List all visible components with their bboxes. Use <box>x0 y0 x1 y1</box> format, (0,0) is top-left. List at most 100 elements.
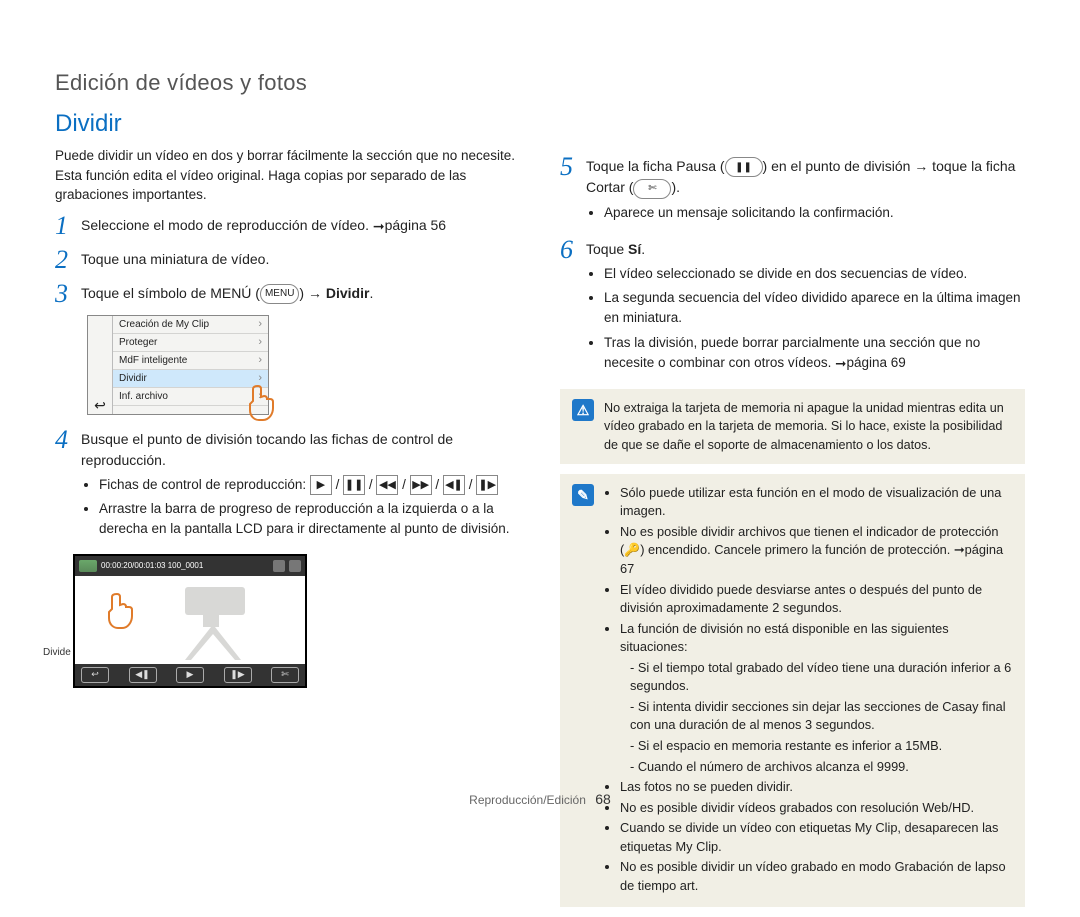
player-bottombar: ↩ ◀❚ ▶ ❚▶ ✄ <box>75 664 305 686</box>
figure-player-screenshot: 00:00:20/00:01:03 100_0001 Divide ↩ ◀❚ ▶… <box>73 554 307 688</box>
label: Creación de My Clip <box>119 319 209 330</box>
menu-item: Inf. archivo› <box>113 388 268 406</box>
key-icon: 🔑 <box>624 542 640 557</box>
step-number: 3 <box>55 281 81 307</box>
menu-target: Dividir <box>326 285 370 301</box>
bullet: Sólo puede utilizar esta función en el m… <box>620 484 1013 521</box>
arrow-icon: ➞ <box>373 216 385 237</box>
section-title: Dividir <box>55 110 1025 138</box>
text: Seleccione el modo de reproducción de ví… <box>81 217 373 233</box>
bullet: No es posible dividir un vídeo grabado e… <box>620 858 1013 895</box>
bullet: Aparece un mensaje solicitando la confir… <box>604 203 1025 223</box>
text: Fichas de control de reproducción: <box>99 477 310 492</box>
step-2: 2 Toque una miniatura de vídeo. <box>55 249 520 273</box>
text: Tras la división, puede borrar parcialme… <box>604 335 980 370</box>
page-footer: Reproducción/Edición 68 <box>0 791 1080 807</box>
chevron-icon: › <box>258 354 262 366</box>
rewind-icon: ◀◀ <box>376 475 398 495</box>
label: MdF inteligente <box>119 355 187 366</box>
step-number: 6 <box>560 237 586 263</box>
step-number: 4 <box>55 427 81 453</box>
folder-icon <box>273 560 285 572</box>
text: ) encendido. Cancele primero la función … <box>620 542 1003 576</box>
warning-note: ⚠ No extraiga la tarjeta de memoria ni a… <box>560 389 1025 464</box>
sub-item: - Si el espacio en memoria restante es i… <box>630 737 1013 756</box>
timecode: 00:00:20/00:01:03 100_0001 <box>101 561 203 570</box>
cut-icon: ✄ <box>633 179 671 199</box>
step-number: 1 <box>55 213 81 239</box>
step-4: 4 Busque el punto de división tocando la… <box>55 429 520 546</box>
page-ref: página 56 <box>385 217 447 233</box>
step-body: Toque Sí. El vídeo seleccionado se divid… <box>586 239 1025 379</box>
pointing-hand-icon <box>105 592 145 632</box>
figure-menu-screenshot: ↩ Creación de My Clip › Proteger › MdF int… <box>87 315 269 415</box>
label: Inf. archivo <box>119 391 168 402</box>
forward-icon: ▶▶ <box>410 475 432 495</box>
player-topbar: 00:00:20/00:01:03 100_0001 <box>75 556 305 576</box>
bullet: El vídeo dividido puede desviarse antes … <box>620 581 1013 618</box>
label: Proteger <box>119 337 157 348</box>
step-6: 6 Toque Sí. El vídeo seleccionado se div… <box>560 239 1025 379</box>
text: ) → <box>299 285 325 301</box>
text: Toque la ficha Pausa ( <box>586 158 725 174</box>
step-body: Toque una miniatura de vídeo. <box>81 249 520 270</box>
side-label: Divide <box>43 647 71 658</box>
bullet: Arrastre la barra de progreso de reprodu… <box>99 499 520 540</box>
step-5-bullets: Aparece un mensaje solicitando la confir… <box>586 203 1025 223</box>
text: . <box>369 285 373 301</box>
bullet: El vídeo seleccionado se divide en dos s… <box>604 264 1025 284</box>
text: La función de división no está disponibl… <box>620 621 949 655</box>
bullet: La segunda secuencia del vídeo dividido … <box>604 288 1025 329</box>
step-back-icon: ◀❚ <box>443 475 465 495</box>
page-ref: página 69 <box>846 355 905 370</box>
step-body: Busque el punto de división tocando las … <box>81 429 520 546</box>
play-icon: ▶ <box>176 667 204 683</box>
thumbnail-icon <box>79 560 97 572</box>
sub-item: - Cuando el número de archivos alcanza e… <box>630 758 1013 777</box>
info-note: ✎ Sólo puede utilizar esta función en el… <box>560 474 1025 907</box>
bullet: La función de división no está disponibl… <box>620 620 1013 776</box>
step-back-icon: ◀❚ <box>129 667 157 683</box>
page-number: 68 <box>595 791 611 807</box>
sub-item: - Si intenta dividir secciones sin dejar… <box>630 698 1013 735</box>
menu-list: Creación de My Clip › Proteger › MdF intel… <box>113 316 268 414</box>
text: Toque <box>586 241 628 257</box>
step-1: 1 Seleccione el modo de reproducción de … <box>55 215 520 239</box>
step-4-bullets: Fichas de control de reproducción: ▶ / ❚… <box>81 475 520 540</box>
back-icon: ↩ <box>81 667 109 683</box>
arrow-icon: ➞ <box>835 354 846 374</box>
play-icon: ▶ <box>310 475 332 495</box>
menu-pill-icon: MENU <box>260 284 299 304</box>
note-body: Sólo puede utilizar esta función en el m… <box>604 484 1013 897</box>
info-icon: ✎ <box>572 484 594 506</box>
step-body: Toque el símbolo de MENÚ (MENU) → Dividi… <box>81 283 520 304</box>
note-text: No extraiga la tarjeta de memoria ni apa… <box>604 399 1013 454</box>
step-number: 2 <box>55 247 81 273</box>
intro-text: Puede dividir un vídeo en dos y borrar f… <box>55 146 520 205</box>
text: Toque el símbolo de MENÚ ( <box>81 285 260 301</box>
bullet: No es posible dividir archivos que tiene… <box>620 523 1013 579</box>
bullet: Tras la división, puede borrar parcialme… <box>604 333 1025 374</box>
camera-icon <box>289 560 301 572</box>
text: ). <box>671 179 680 195</box>
tripod-silhouette <box>125 582 275 662</box>
step-body: Seleccione el modo de reproducción de ví… <box>81 215 520 236</box>
back-icon: ↩ <box>88 316 113 414</box>
menu-item-selected: Dividir › <box>113 370 268 388</box>
text: Busque el punto de división tocando las … <box>81 431 453 468</box>
cut-icon: ✄ <box>271 667 299 683</box>
step-5: 5 Toque la ficha Pausa (❚❚) en el punto … <box>560 156 1025 229</box>
chevron-icon: › <box>258 372 262 384</box>
footer-section: Reproducción/Edición <box>469 793 586 807</box>
chapter-title: Edición de vídeos y fotos <box>55 70 1025 96</box>
info-list: Sólo puede utilizar esta función en el m… <box>604 484 1013 895</box>
step-fwd-icon: ❚▶ <box>476 475 498 495</box>
topbar-right-icons <box>273 560 301 572</box>
label: Dividir <box>119 373 147 384</box>
bullet: Fichas de control de reproducción: ▶ / ❚… <box>99 475 520 495</box>
step-3: 3 Toque el símbolo de MENÚ (MENU) → Divi… <box>55 283 520 307</box>
pause-icon: ❚❚ <box>725 157 763 177</box>
step-6-bullets: El vídeo seleccionado se divide en dos s… <box>586 264 1025 373</box>
menu-item: MdF inteligente › <box>113 352 268 370</box>
warning-icon: ⚠ <box>572 399 594 421</box>
